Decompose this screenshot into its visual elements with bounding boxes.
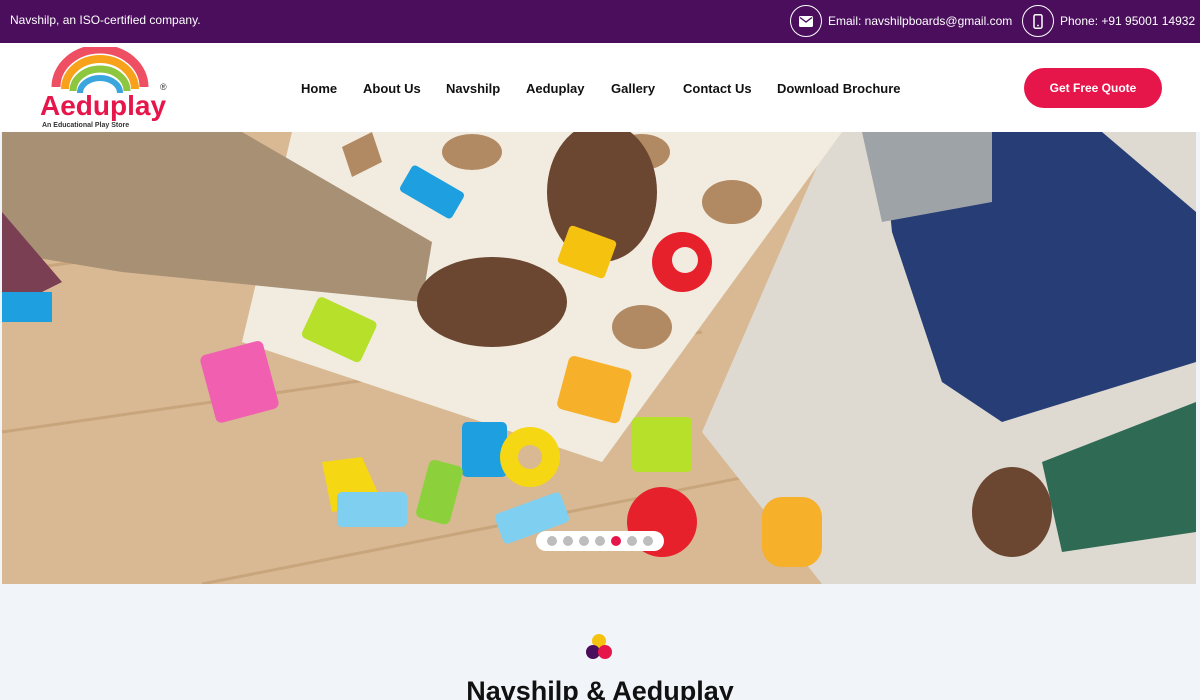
phone-text[interactable]: Phone: +91 95001 14932 — [1060, 14, 1195, 28]
hero-slider[interactable] — [2, 132, 1196, 584]
nav-gallery[interactable]: Gallery — [611, 81, 655, 96]
email-text[interactable]: Email: navshilpboards@gmail.com — [828, 14, 1012, 28]
slider-dot-5[interactable] — [611, 536, 621, 546]
logo-subtitle: An Educational Play Store — [42, 122, 129, 129]
slider-dot-6[interactable] — [627, 536, 637, 546]
slider-pagination — [536, 531, 664, 551]
nav-about-us[interactable]: About Us — [363, 81, 421, 96]
nav-download-brochure[interactable]: Download Brochure — [777, 81, 901, 96]
intro-section: Navshilp & Aeduplay — [0, 584, 1200, 700]
get-free-quote-button[interactable]: Get Free Quote — [1024, 68, 1162, 108]
slider-dot-1[interactable] — [547, 536, 557, 546]
site-header: ® Aeduplay An Educational Play Store Hom… — [0, 43, 1200, 132]
main-navigation: Home About Us Navshilp Aeduplay Gallery … — [0, 81, 1200, 101]
section-title: Navshilp & Aeduplay — [466, 676, 734, 700]
phone-contact[interactable]: Phone: +91 95001 14932 — [1022, 5, 1195, 37]
nav-navshilp[interactable]: Navshilp — [446, 81, 500, 96]
slider-dot-2[interactable] — [563, 536, 573, 546]
nav-aeduplay[interactable]: Aeduplay — [526, 81, 585, 96]
company-tagline: Navshilp, an ISO-certified company. — [10, 13, 201, 27]
slider-dot-4[interactable] — [595, 536, 605, 546]
top-bar: Navshilp, an ISO-certified company. Emai… — [0, 0, 1200, 43]
hero-image — [2, 132, 1196, 584]
nav-contact-us[interactable]: Contact Us — [683, 81, 752, 96]
slider-dot-3[interactable] — [579, 536, 589, 546]
envelope-icon — [790, 5, 822, 37]
nav-home[interactable]: Home — [301, 81, 337, 96]
slider-dot-7[interactable] — [643, 536, 653, 546]
email-contact[interactable]: Email: navshilpboards@gmail.com — [790, 5, 1012, 37]
three-dots-logo-icon — [586, 634, 612, 659]
mobile-phone-icon — [1022, 5, 1054, 37]
